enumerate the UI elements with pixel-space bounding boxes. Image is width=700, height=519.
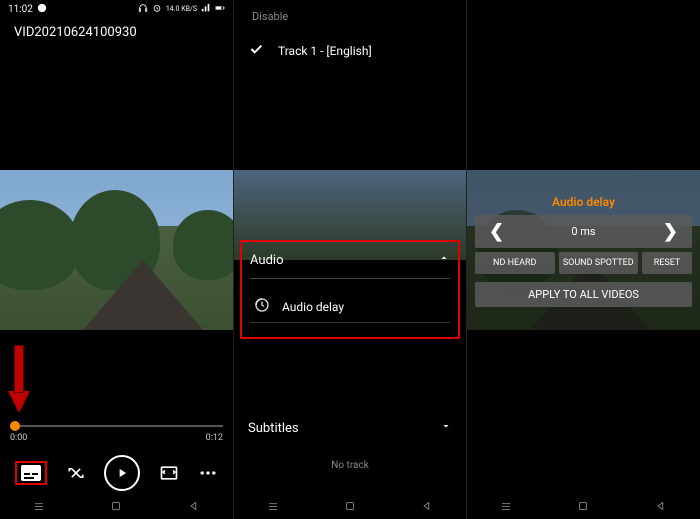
signal-icon bbox=[201, 3, 211, 16]
disable-track-item[interactable]: Disable bbox=[234, 0, 466, 33]
headphone-icon bbox=[138, 3, 148, 16]
delay-stepper: ❮ 0 ms ❯ bbox=[475, 215, 692, 248]
reset-button[interactable]: RESET bbox=[642, 252, 692, 274]
nav-recent-icon[interactable] bbox=[266, 499, 280, 516]
video-frame[interactable] bbox=[0, 170, 233, 330]
sound-spotted-button[interactable]: SOUND SPOTTED bbox=[559, 252, 639, 274]
loop-button[interactable] bbox=[66, 463, 86, 483]
duration: 0:12 bbox=[206, 433, 223, 443]
status-time: 11:02 bbox=[8, 4, 33, 15]
video-title: VID20210624100930 bbox=[0, 19, 233, 46]
delay-panel-pane: Audio delay ❮ 0 ms ❯ ND HEARD SOUND SPOT… bbox=[466, 0, 700, 519]
sound-heard-button[interactable]: ND HEARD bbox=[475, 252, 555, 274]
sound-spotted-label: SOUND SPOTTED bbox=[563, 258, 634, 268]
audio-header-label: Audio bbox=[250, 253, 283, 268]
audio-menu-header[interactable]: Audio bbox=[250, 252, 450, 279]
subtitles-label: Subtitles bbox=[248, 421, 299, 436]
nav-home-icon[interactable] bbox=[343, 499, 357, 516]
subtitles-menu-header[interactable]: Subtitles bbox=[248, 420, 452, 436]
delay-decrease-button[interactable]: ❮ bbox=[489, 221, 504, 242]
current-time: 0:00 bbox=[10, 433, 27, 443]
collapse-up-icon bbox=[438, 252, 450, 268]
disable-label: Disable bbox=[252, 10, 288, 23]
track-item[interactable]: Track 1 - [English] bbox=[234, 33, 466, 68]
nav-recent-icon[interactable] bbox=[32, 499, 46, 516]
play-button[interactable] bbox=[104, 455, 140, 491]
track-label: Track 1 - [English] bbox=[278, 44, 372, 58]
nav-recent-icon[interactable] bbox=[499, 499, 513, 516]
seek-bar[interactable]: 0:00 0:12 bbox=[10, 425, 223, 443]
subtitle-audio-button[interactable] bbox=[15, 461, 47, 485]
status-right: 14.0 KB/S bbox=[138, 3, 225, 16]
audio-delay-label: Audio delay bbox=[282, 300, 344, 314]
delay-icon bbox=[254, 297, 270, 316]
apply-all-button[interactable]: APPLY TO ALL VIDEOS bbox=[475, 282, 692, 307]
delay-panel-title: Audio delay bbox=[475, 195, 692, 209]
nav-home-icon[interactable] bbox=[109, 499, 123, 516]
battery-icon bbox=[215, 3, 225, 16]
check-icon bbox=[248, 41, 264, 60]
delay-value: 0 ms bbox=[571, 225, 595, 238]
status-bar: 11:02 14.0 KB/S bbox=[0, 0, 233, 19]
audio-menu-highlight: Audio Audio delay bbox=[240, 240, 460, 339]
reset-label: RESET bbox=[654, 258, 681, 268]
seek-thumb[interactable] bbox=[10, 421, 20, 431]
no-track-label: No track bbox=[234, 460, 466, 471]
player-controls bbox=[0, 455, 233, 491]
android-navbar bbox=[234, 495, 466, 519]
expand-down-icon bbox=[440, 420, 452, 436]
audio-delay-panel: Audio delay ❮ 0 ms ❯ ND HEARD SOUND SPOT… bbox=[475, 195, 692, 311]
android-navbar bbox=[467, 495, 700, 519]
sound-heard-label: ND HEARD bbox=[493, 258, 536, 268]
audio-delay-item[interactable]: Audio delay bbox=[250, 291, 450, 323]
android-navbar bbox=[0, 495, 233, 519]
network-speed: 14.0 KB/S bbox=[166, 6, 197, 13]
annotation-arrow-icon bbox=[8, 345, 30, 419]
nav-back-icon[interactable] bbox=[187, 499, 201, 516]
nav-back-icon[interactable] bbox=[654, 499, 668, 516]
more-button[interactable] bbox=[198, 463, 218, 483]
nav-home-icon[interactable] bbox=[576, 499, 590, 516]
aspect-ratio-button[interactable] bbox=[159, 463, 179, 483]
audio-menu-pane: Audio Audio delay Disable Track 1 - [Eng… bbox=[233, 0, 466, 519]
delay-increase-button[interactable]: ❯ bbox=[663, 221, 678, 242]
nav-back-icon[interactable] bbox=[420, 499, 434, 516]
player-main-pane: 11:02 14.0 KB/S VID20210624100930 bbox=[0, 0, 233, 519]
apply-all-label: APPLY TO ALL VIDEOS bbox=[528, 288, 639, 301]
messenger-icon bbox=[37, 3, 47, 16]
alarm-icon bbox=[152, 3, 162, 16]
